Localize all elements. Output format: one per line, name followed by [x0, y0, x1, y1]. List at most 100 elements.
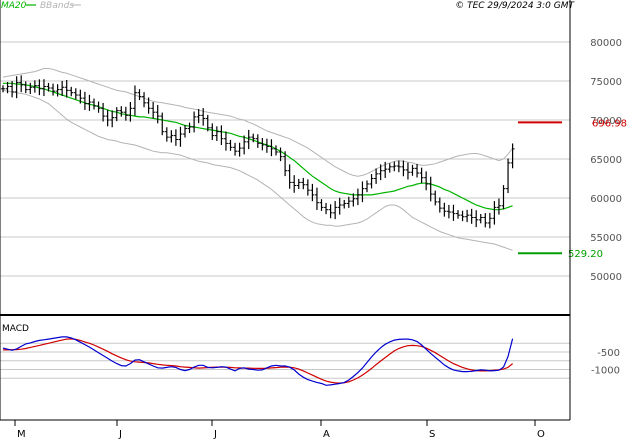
resistance-label: 696.98 — [592, 118, 627, 129]
ohlc-bar — [142, 92, 147, 108]
ohlc-bar — [365, 180, 369, 193]
price-y-tick-label: 65000 — [590, 155, 622, 166]
ohlc-bar — [378, 164, 383, 181]
ohlc-bar — [360, 181, 365, 203]
ohlc-bar — [296, 178, 301, 190]
price-y-tick-label: 60000 — [590, 194, 622, 205]
ohlc-bar — [151, 101, 156, 119]
ohlc-bar — [478, 213, 483, 224]
ohlc-bar — [510, 143, 515, 169]
macd-y-tick-label: -1000 — [591, 366, 620, 377]
ohlc-bar — [169, 130, 174, 143]
ohlc-bar — [87, 94, 92, 111]
ohlc-bar — [292, 175, 297, 193]
x-axis-label: A — [323, 429, 330, 440]
x-axis-label: J — [213, 429, 217, 440]
ohlc-bar — [496, 198, 501, 215]
ohlc-bar — [73, 88, 78, 100]
ohlc-bar — [501, 185, 506, 210]
ohlc-bar — [474, 210, 479, 228]
ohlc-bar — [101, 102, 106, 122]
ohlc-bar — [392, 161, 397, 172]
ohlc-bar — [233, 142, 238, 156]
ohlc-bar — [446, 204, 451, 219]
ohlc-bar — [424, 171, 429, 191]
ohlc-bar — [437, 197, 442, 213]
ohlc-bar — [183, 125, 187, 138]
ohlc-bar — [1, 85, 5, 93]
price-y-tick-label: 50000 — [590, 272, 622, 283]
ohlc-bar — [387, 163, 392, 173]
ohlc-bar — [506, 158, 511, 194]
ohlc-bar — [192, 111, 197, 133]
x-axis-label: M — [17, 429, 26, 440]
ohlc-bar — [164, 127, 169, 142]
ohlc-bar — [114, 107, 119, 122]
chart-stage: 80000 75000 70000 65000 60000 55000 50000 696.9… — [0, 0, 627, 440]
ohlc-bar — [396, 160, 401, 173]
ohlc-bar — [274, 145, 278, 156]
ma20-legend-label: MA20 — [1, 1, 27, 11]
ohlc-bar — [405, 162, 410, 180]
support-label: 529.20 — [568, 249, 603, 260]
ohlc-bar — [328, 204, 333, 219]
ohlc-bar — [310, 183, 315, 202]
ohlc-bar — [23, 81, 28, 94]
ohlc-bar — [55, 84, 60, 97]
ohlc-bar — [314, 187, 319, 210]
price-y-tick-label: 75000 — [590, 77, 622, 88]
ohlc-bar — [287, 164, 292, 189]
ohlc-bar — [82, 91, 87, 110]
ohlc-bar — [228, 139, 233, 151]
ohlc-bar — [14, 76, 19, 99]
chart-canvas: 80000750007000065000600005500050000696.9… — [0, 0, 627, 440]
ohlc-bar — [178, 126, 183, 147]
ohlc-bar — [324, 202, 329, 215]
ohlc-bar — [187, 122, 192, 134]
ohlc-bar — [487, 212, 492, 229]
copyright-text: © TEC 29/9/2024 3:0 GMT — [455, 1, 575, 11]
ohlc-bar — [419, 167, 424, 184]
ohlc-bar — [369, 174, 374, 189]
ohlc-bar — [132, 85, 137, 116]
x-axis-label: S — [429, 429, 435, 440]
ohlc-bar — [319, 199, 324, 211]
price-panel: 80000750007000065000600005500050000696.9… — [1, 38, 627, 283]
ohlc-bar — [64, 79, 69, 98]
ohlc-bar — [92, 98, 96, 110]
ohlc-bar — [41, 79, 46, 97]
x-axis-label: O — [537, 429, 545, 440]
ohlc-bar — [492, 201, 497, 225]
ohlc-bar — [456, 210, 460, 219]
ohlc-bar — [196, 109, 201, 124]
ohlc-bar — [210, 123, 215, 141]
ohlc-bar — [28, 82, 33, 95]
ohlc-bar — [333, 201, 338, 220]
ohlc-bar — [110, 110, 115, 128]
bbands-lower-line — [2, 89, 513, 251]
x-axis: MJJASO — [14, 420, 545, 440]
ohlc-bar — [60, 80, 65, 96]
price-y-tick-label: 55000 — [590, 233, 622, 244]
x-axis-label: J — [118, 429, 122, 440]
ohlc-bar — [242, 135, 247, 155]
ohlc-bar — [401, 160, 406, 177]
ohlc-bar — [465, 209, 470, 223]
ohlc-bar — [442, 202, 447, 217]
ohlc-bar — [214, 126, 219, 141]
macd-title: MACD — [2, 324, 29, 334]
ohlc-bar — [137, 89, 142, 101]
ohlc-bar — [305, 179, 310, 196]
ohlc-bar — [355, 188, 360, 206]
ohlc-bar — [410, 164, 415, 176]
ohlc-bar — [460, 210, 465, 222]
bbands-legend-label: BBands — [40, 1, 74, 11]
ohlc-bar — [342, 199, 347, 209]
ohlc-bar — [219, 125, 224, 146]
ohlc-bar — [415, 163, 420, 178]
ohlc-bar — [469, 208, 474, 224]
ohlc-bar — [160, 112, 165, 136]
ohlc-bar — [237, 142, 242, 157]
ohlc-bar — [155, 104, 160, 124]
ohlc-bar — [451, 204, 456, 221]
